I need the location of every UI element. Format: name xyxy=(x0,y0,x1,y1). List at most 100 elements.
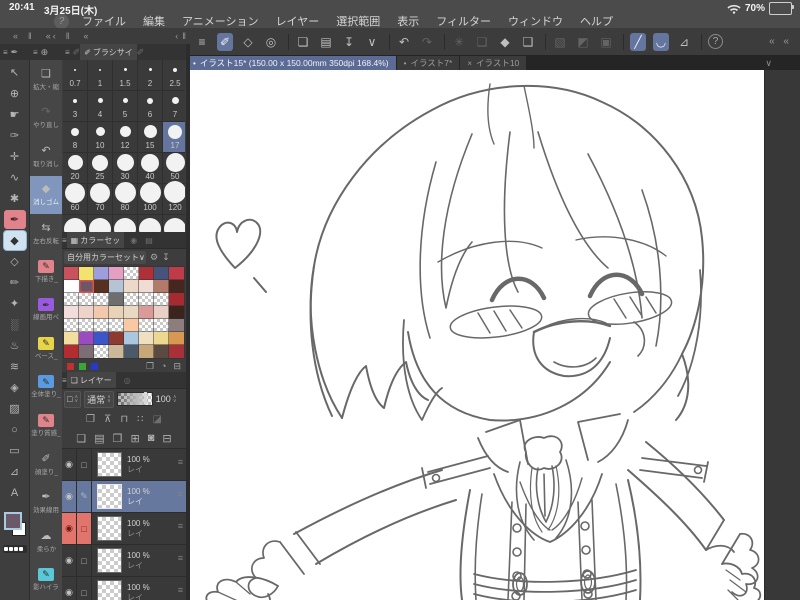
color-swatch[interactable] xyxy=(169,280,184,293)
color-swatch[interactable] xyxy=(64,306,79,319)
color-swatch[interactable] xyxy=(79,293,94,306)
qa-transform[interactable]: ❑ 拡大・縮 xyxy=(30,60,62,99)
main-menu-icon[interactable]: ≡ xyxy=(194,33,210,51)
color-swatch[interactable] xyxy=(94,293,109,306)
layer-row[interactable]: ◉ □ 100 % レイ ≡ xyxy=(62,545,186,577)
transform-icon[interactable]: ❑ xyxy=(520,33,536,51)
layer-visibility-icon[interactable]: ◉ xyxy=(62,577,77,600)
app-logo-icon[interactable]: ? xyxy=(54,13,69,29)
brush-size-cell[interactable]: 80 xyxy=(113,182,137,214)
brush-size-cell[interactable]: 1.5 xyxy=(113,60,137,90)
menu-item[interactable]: アニメーション xyxy=(182,16,259,28)
brush-size-cell[interactable]: 100 xyxy=(138,182,162,214)
brush-size-cell[interactable]: 12 xyxy=(113,122,137,152)
qa-base[interactable]: ✎ ベース_ xyxy=(30,330,62,369)
color-swatch[interactable] xyxy=(64,319,79,332)
canvas-tab[interactable]: • イラスト7* xyxy=(396,56,460,70)
color-swatch[interactable] xyxy=(169,267,184,280)
lock-layer-icon[interactable]: ⊓ xyxy=(120,414,128,425)
color-swatch[interactable] xyxy=(109,280,124,293)
delete-layer-icon[interactable]: ⊟ xyxy=(162,432,171,445)
text-tool-icon[interactable]: A xyxy=(4,483,26,502)
collapse-handle-icon[interactable]: « xyxy=(83,31,88,41)
history-swatch[interactable] xyxy=(13,547,18,551)
color-swatch[interactable] xyxy=(64,332,79,345)
brush-size-cell[interactable]: 10 xyxy=(88,122,112,152)
brush-size-cell[interactable]: 70 xyxy=(88,183,112,214)
qa-effect-line[interactable]: ✒ 効果線用 xyxy=(30,484,62,523)
collapse-handle-icon[interactable]: ‖ xyxy=(28,31,32,41)
color-swatch[interactable] xyxy=(139,267,154,280)
menu-item[interactable]: 選択範囲 xyxy=(336,16,380,28)
color-swatch[interactable] xyxy=(79,332,94,345)
layer-row[interactable]: ◉ ✎ 100 % レイ ≡ xyxy=(62,481,186,513)
layer-visibility-icon[interactable]: ◉ xyxy=(62,513,77,544)
color-set-tab[interactable]: ▦ カラーセッ xyxy=(66,232,125,248)
color-swatch[interactable] xyxy=(154,345,169,358)
frame-tool-icon[interactable]: ▭ xyxy=(4,441,26,460)
blend-tool-icon[interactable]: ≋ xyxy=(4,357,26,376)
color-swatch[interactable] xyxy=(94,345,109,358)
menu-item[interactable]: レイヤー xyxy=(276,16,320,28)
opacity-slider-thumb[interactable] xyxy=(143,392,147,404)
brush-size-cell[interactable]: 1 xyxy=(88,60,112,90)
layer-row[interactable]: ◉ □ 100 % レイ ≡ xyxy=(62,449,186,481)
brush-size-cell[interactable]: 4 xyxy=(88,91,112,121)
rgb-swatch[interactable] xyxy=(91,362,98,370)
eyedropper-tool-icon[interactable]: ✑ xyxy=(4,126,26,145)
deselect-icon[interactable]: ▧ xyxy=(552,33,568,51)
delete-color-icon[interactable]: ⊟ xyxy=(173,361,181,372)
autoselect-tool-icon[interactable]: ✱ xyxy=(4,189,26,208)
merge-layer-icon[interactable]: ⊞ xyxy=(131,432,140,445)
qa-flip-h[interactable]: ⇆ 左右反転 xyxy=(30,214,62,253)
color-swatch[interactable] xyxy=(124,280,139,293)
gradient-tool-icon[interactable]: ▨ xyxy=(4,399,26,418)
clip-studio-icon[interactable]: ◎ xyxy=(263,33,279,51)
brush-size-cell[interactable] xyxy=(138,215,162,232)
qa-undo[interactable]: ↶ 取り消し xyxy=(30,137,62,176)
layer-check-icon[interactable]: □ xyxy=(77,449,92,480)
brush-size-cell[interactable]: 20 xyxy=(63,153,87,183)
layer-mask-icon[interactable]: ◙ xyxy=(148,432,155,444)
help-icon[interactable]: ? xyxy=(708,34,723,49)
blend-mode-dropdown[interactable]: 通常 ∧ ∨ xyxy=(84,390,114,408)
color-wheel-tab-icon[interactable]: ◉ xyxy=(130,236,137,245)
layer-check-icon[interactable]: ✎ xyxy=(77,481,92,512)
color-swatch[interactable] xyxy=(154,267,169,280)
brush-size-cell[interactable] xyxy=(163,215,185,232)
layer-check-icon[interactable]: □ xyxy=(77,577,92,600)
color-swatch-pair[interactable] xyxy=(3,512,27,536)
canvas-tab[interactable]: × イラスト10 xyxy=(460,56,527,70)
brush-size-cell[interactable]: 0.7 xyxy=(63,60,87,90)
history-swatch[interactable] xyxy=(3,547,8,551)
undo-icon[interactable]: ↶ xyxy=(396,33,412,51)
eraser-tool-icon[interactable]: ◆ xyxy=(3,231,26,250)
new-canvas-icon[interactable]: ❏ xyxy=(295,33,311,51)
color-swatch[interactable] xyxy=(154,293,169,306)
brush-size-cell[interactable] xyxy=(88,215,112,232)
color-swatch[interactable] xyxy=(169,332,184,345)
color-history-bar[interactable] xyxy=(2,545,27,553)
layer-tab[interactable]: ❏ レイヤー xyxy=(66,372,116,388)
layer-row-menu-icon[interactable]: ≡ xyxy=(178,457,183,467)
color-swatch[interactable] xyxy=(139,332,154,345)
eraser-soft-tool-icon[interactable]: ◇ xyxy=(4,252,26,271)
color-swatch[interactable] xyxy=(139,319,154,332)
sep6[interactable] xyxy=(701,33,702,50)
color-swatch[interactable] xyxy=(109,332,124,345)
invert-selection-icon[interactable]: ◩ xyxy=(575,33,591,51)
bucket-tool-icon[interactable]: ◈ xyxy=(4,378,26,397)
brush-alt-tab2-icon[interactable]: ✐ xyxy=(137,47,145,58)
open-file-icon[interactable]: ▤ xyxy=(318,33,334,51)
rgb-swatch[interactable] xyxy=(79,362,86,370)
layer-row-menu-icon[interactable]: ≡ xyxy=(178,489,183,499)
color-swatch[interactable] xyxy=(64,293,79,306)
import-set-icon[interactable]: ❐ xyxy=(146,361,154,372)
layer-thumbnail[interactable] xyxy=(97,580,122,600)
layer-check-icon[interactable]: □ xyxy=(77,545,92,576)
layer-visibility-icon[interactable]: ◉ xyxy=(62,545,77,576)
blend-color-icon[interactable]: ◔ xyxy=(161,361,166,372)
layer-thumbnail[interactable] xyxy=(97,548,122,573)
color-swatch[interactable] xyxy=(64,280,79,293)
ruler-tool-icon[interactable]: ⊿ xyxy=(4,462,26,481)
